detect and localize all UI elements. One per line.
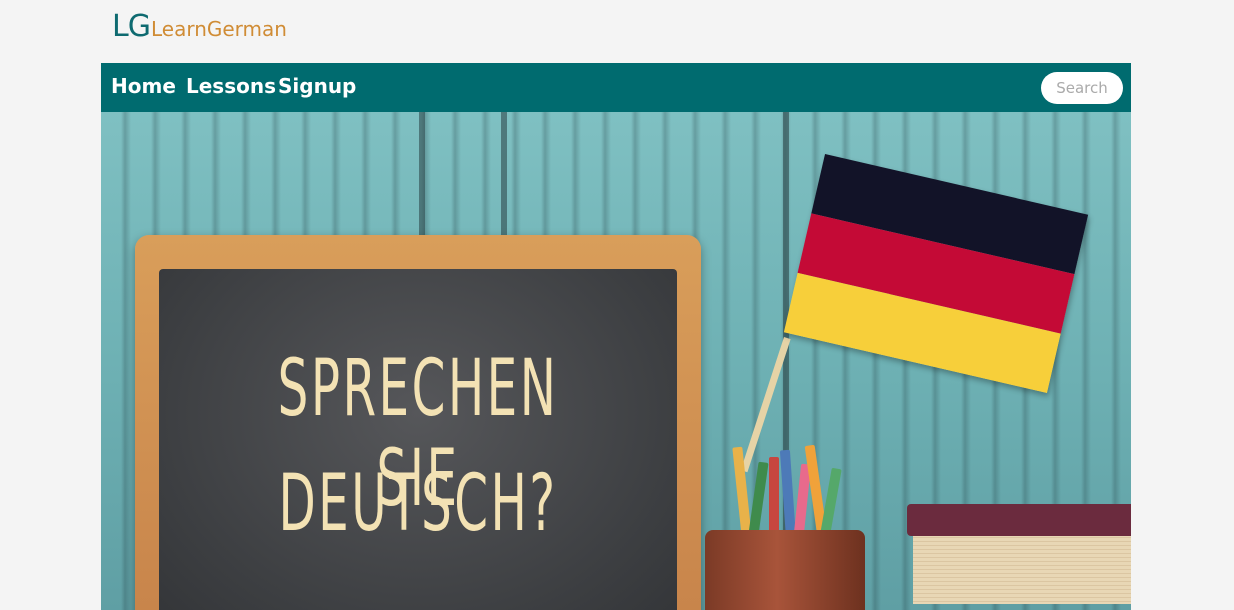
site-logo[interactable]: LG LearnGerman [112,10,287,44]
logo-text: LearnGerman [150,17,287,41]
nav-signup-link[interactable]: Signup [278,74,356,98]
chalkboard-frame: SPRECHEN SIE DEUTSCH? [135,235,701,610]
book-stack [907,504,1131,610]
german-flag-image [783,153,1089,394]
search-input[interactable] [1041,72,1123,104]
hero-image: SPRECHEN SIE DEUTSCH? [101,112,1131,610]
nav-lessons-link[interactable]: Lessons [186,74,276,98]
main-navbar: Home Lessons Signup [101,63,1131,112]
book-pages [913,534,1131,604]
nav-home-link[interactable]: Home [111,74,176,98]
chalkboard-line-2: DEUTSCH? [278,459,558,549]
chalkboard: SPRECHEN SIE DEUTSCH? [159,269,677,610]
book-cover [907,504,1131,536]
logo-mark: LG [112,9,151,44]
pencil-pot [705,530,865,610]
